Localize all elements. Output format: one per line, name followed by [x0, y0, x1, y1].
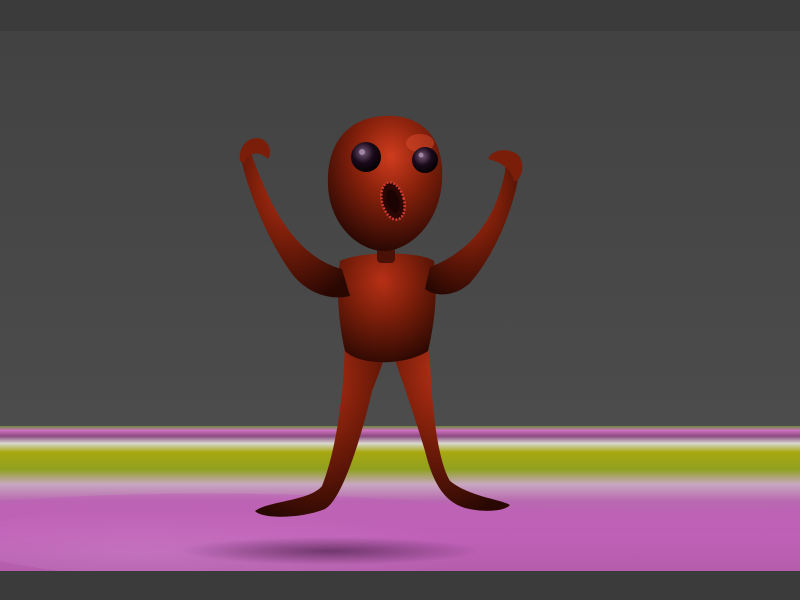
left-eye-glint	[359, 149, 365, 155]
right-eye	[412, 147, 438, 173]
render-frame	[0, 0, 800, 600]
torso	[337, 253, 436, 363]
left-eye	[351, 142, 381, 172]
render-viewport	[0, 31, 800, 571]
scene-svg	[0, 31, 800, 571]
letterbox-top	[0, 0, 800, 31]
figure-shadow	[180, 537, 480, 565]
letterbox-bottom	[0, 571, 800, 600]
right-eye-glint	[418, 152, 424, 158]
